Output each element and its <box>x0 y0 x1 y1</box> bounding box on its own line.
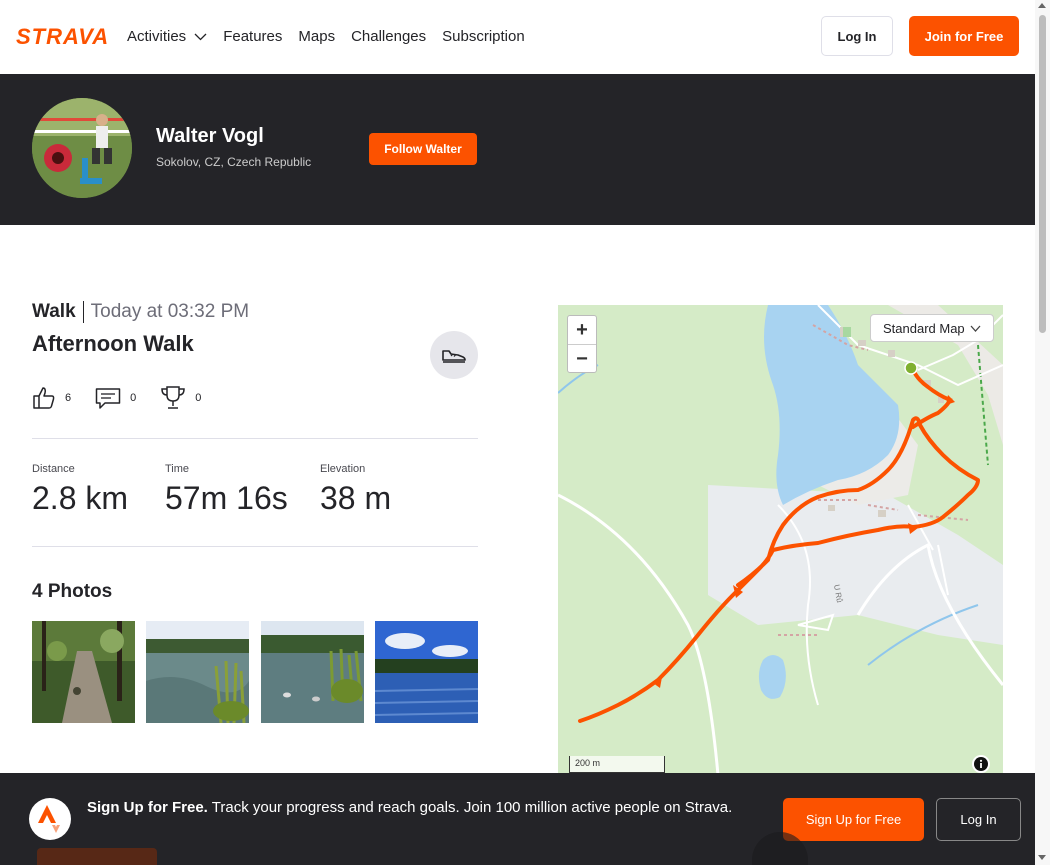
follow-button[interactable]: Follow Walter <box>369 133 477 165</box>
strava-logo[interactable]: STRAVA <box>16 25 112 47</box>
photo-thumbnail[interactable] <box>32 621 135 723</box>
scrollbar[interactable] <box>1035 0 1050 865</box>
map-style-select[interactable]: Standard Map <box>870 314 994 342</box>
avatar[interactable] <box>32 98 132 198</box>
trophy-icon <box>161 386 186 409</box>
stat-elevation: Elevation 38 m <box>320 463 391 517</box>
info-icon[interactable] <box>972 755 990 773</box>
zoom-out-button[interactable]: − <box>568 345 596 374</box>
scroll-down-arrow-icon[interactable] <box>1038 855 1046 860</box>
divider <box>32 438 478 439</box>
nav-links: Activities Features Maps Challenges Subs… <box>127 0 541 72</box>
stat-value: 2.8 km <box>32 480 129 516</box>
nav-activities-label: Activities <box>127 27 187 45</box>
stat-label: Distance <box>32 463 75 475</box>
signup-body: Track your progress and reach goals. Joi… <box>211 799 733 816</box>
comment-icon <box>95 388 121 409</box>
nav-features[interactable]: Features <box>223 28 282 45</box>
top-nav: STRAVA Activities Features Maps Challeng… <box>0 0 1035 74</box>
svg-text:STRAVA: STRAVA <box>16 25 109 47</box>
activity-type: Walk <box>32 301 84 323</box>
nav-subscription[interactable]: Subscription <box>442 28 525 45</box>
divider <box>32 546 478 547</box>
stat-value: 57m 16s <box>165 480 288 516</box>
achievements-count: 0 <box>195 392 202 404</box>
join-button[interactable]: Join for Free <box>909 16 1019 56</box>
signup-button[interactable]: Sign Up for Free <box>783 798 924 841</box>
shoe-icon <box>442 350 466 363</box>
signup-login-button[interactable]: Log In <box>936 798 1021 841</box>
photo-thumbnail[interactable] <box>261 621 364 723</box>
kudos-button[interactable]: 6 <box>32 386 71 410</box>
stat-label: Time <box>165 463 190 475</box>
activity-title: Afternoon Walk <box>32 331 194 356</box>
stat-time: Time 57m 16s <box>165 463 288 517</box>
nav-challenges[interactable]: Challenges <box>351 28 426 45</box>
obscured-element <box>37 848 157 865</box>
signup-message: Sign Up for Free. Track your progress an… <box>87 797 767 819</box>
comments-count: 0 <box>130 392 137 404</box>
athlete-name[interactable]: Walter Vogl <box>156 125 264 148</box>
login-button[interactable]: Log In <box>821 16 893 56</box>
athlete-banner: Walter Vogl Sokolov, CZ, Czech Republic … <box>0 74 1035 225</box>
stat-distance: Distance 2.8 km <box>32 463 128 517</box>
photo-thumbnail[interactable] <box>146 621 249 723</box>
social-row: 6 0 0 <box>32 384 225 412</box>
nav-maps[interactable]: Maps <box>298 28 335 45</box>
comments-button[interactable]: 0 <box>95 386 136 410</box>
activity-map[interactable]: U Rů + − Standard Map 200 m <box>558 305 1003 775</box>
stat-label: Elevation <box>320 463 366 475</box>
chevron-down-icon <box>194 33 207 40</box>
zoom-in-button[interactable]: + <box>568 316 596 345</box>
kudos-count: 6 <box>65 392 72 404</box>
chevron-down-icon <box>970 325 981 332</box>
achievements-button[interactable]: 0 <box>160 385 201 411</box>
signup-headline: Sign Up for Free. <box>87 799 208 816</box>
thumbs-up-icon <box>33 387 55 409</box>
map-style-label: Standard Map <box>883 320 965 336</box>
scrollbar-thumb[interactable] <box>1039 15 1046 333</box>
strava-mark-icon <box>29 798 71 840</box>
page: STRAVA Activities Features Maps Challeng… <box>0 0 1050 865</box>
scroll-up-arrow-icon[interactable] <box>1038 3 1046 8</box>
zoom-controls: + − <box>567 315 597 373</box>
gear-badge[interactable] <box>430 331 478 379</box>
photo-thumbnail[interactable] <box>375 621 478 723</box>
athlete-location: Sokolov, CZ, Czech Republic <box>156 155 312 169</box>
activity-time: Today at 03:32 PM <box>90 301 250 322</box>
activity-header: Walk Today at 03:32 PM <box>32 301 249 323</box>
photos-title: 4 Photos <box>32 581 113 602</box>
map-scale: 200 m <box>569 756 665 773</box>
nav-activities[interactable]: Activities <box>127 28 207 45</box>
stat-value: 38 m <box>320 480 392 516</box>
